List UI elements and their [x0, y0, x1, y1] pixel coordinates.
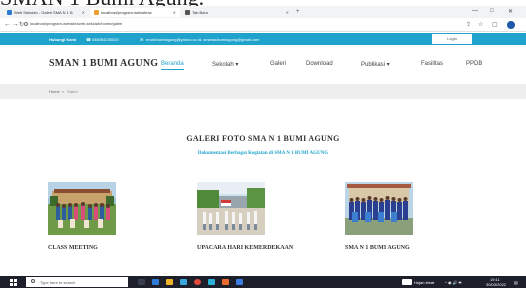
- nav-item-download[interactable]: Download: [306, 61, 333, 67]
- gallery-photo-class-meeting[interactable]: [48, 182, 116, 235]
- site-info-icon[interactable]: [24, 22, 28, 26]
- clock-date[interactable]: 30/03/2022: [486, 282, 506, 287]
- browser-tab[interactable]: Web Sekolah - Galeri SMA N 1 B ✕: [3, 8, 89, 17]
- contact-topbar: Hubungi Kami ☎ 085084230020 ✉ email:bumi…: [0, 33, 526, 45]
- browser-tab-strip: Web Sekolah - Galeri SMA N 1 B ✕ localho…: [0, 6, 526, 18]
- share-icon[interactable]: ⇪: [466, 21, 471, 28]
- folder-icon[interactable]: [166, 279, 173, 285]
- close-tab-icon[interactable]: ✕: [280, 10, 289, 15]
- browser-tab-active[interactable]: localhost/program-website/w ✕: [90, 8, 180, 17]
- bookmark-star-icon[interactable]: ☆: [478, 21, 483, 28]
- site-brand[interactable]: SMAN 1 BUMI AGUNG: [49, 58, 158, 69]
- breadcrumb-current: Galeri: [67, 89, 78, 94]
- notifications-icon[interactable]: ▤: [514, 280, 518, 285]
- profile-avatar[interactable]: [507, 21, 515, 29]
- photo-caption[interactable]: SMA N 1 BUMI AGUNG: [345, 245, 410, 251]
- nav-item-fasilitas[interactable]: Fasilitas: [421, 61, 443, 67]
- gallery-subtitle: Dokumentasi Berbagai Kegiatan di SMA N 1…: [197, 151, 329, 156]
- address-bar: ← → ↻ localhost/program-website/web-seko…: [0, 18, 526, 32]
- url-input[interactable]: localhost/program-website/web-sekolah/ho…: [30, 21, 122, 26]
- new-tab-button[interactable]: +: [296, 9, 300, 15]
- weather-text[interactable]: Hujan lebat: [414, 280, 434, 285]
- contact-email: email:bumiagung@yahoo.co.id, smanaubumia…: [146, 37, 260, 42]
- tray-icons[interactable]: ^ ◉ 🔊 ⎆: [445, 280, 462, 285]
- weather-icon[interactable]: [402, 279, 412, 285]
- extensions-icon[interactable]: ▢: [492, 21, 498, 28]
- breadcrumb-separator: »: [62, 89, 65, 94]
- tab-favicon-icon: [185, 10, 190, 15]
- tab-favicon-icon: [94, 10, 99, 15]
- nav-item-beranda[interactable]: Beranda: [161, 61, 184, 70]
- windows-start-icon[interactable]: [10, 279, 17, 286]
- contact-label: Hubungi Kami: [49, 37, 77, 42]
- phone-number: 085084230020: [92, 37, 119, 42]
- gallery-photo-sman[interactable]: [345, 182, 413, 235]
- close-window-button[interactable]: ✕: [508, 8, 513, 15]
- nav-item-publikasi[interactable]: Publikasi ▾: [361, 61, 390, 68]
- tab-label: localhost/program-website/w: [101, 10, 152, 15]
- windows-taskbar: Type here to search Hujan lebat ^ ◉ 🔊 ⎆ …: [0, 276, 526, 288]
- taskbar-search-input[interactable]: Type here to search: [26, 277, 128, 287]
- mail-icon: ✉: [140, 37, 144, 42]
- back-arrow-icon[interactable]: ←: [4, 21, 11, 28]
- browser-tab[interactable]: Tab Baru ✕: [181, 8, 293, 17]
- login-button[interactable]: Login: [432, 34, 472, 44]
- minimize-button[interactable]: —: [472, 8, 478, 14]
- tab-label: Web Sekolah - Galeri SMA N 1 B: [14, 10, 73, 15]
- tab-favicon-icon: [7, 10, 12, 15]
- edge-icon[interactable]: [208, 279, 215, 285]
- photo-caption[interactable]: UPACARA HARI KEMERDEKAAN: [197, 245, 293, 251]
- forward-arrow-icon[interactable]: →: [12, 21, 19, 28]
- photo-caption[interactable]: CLASS MEETING: [48, 245, 98, 251]
- close-tab-icon[interactable]: ✕: [76, 10, 85, 15]
- gallery-photo-upacara[interactable]: [197, 182, 265, 235]
- search-placeholder: Type here to search: [40, 280, 76, 285]
- gallery-title: GALERI FOTO SMA N 1 BUMI AGUNG: [186, 134, 340, 143]
- nav-item-sekolah[interactable]: Sekolah ▾: [212, 61, 238, 68]
- phone-icon: ☎: [86, 37, 91, 42]
- nav-item-galeri[interactable]: Galeri: [270, 61, 286, 67]
- breadcrumb-home[interactable]: Home: [49, 89, 60, 94]
- app-icon[interactable]: [222, 279, 229, 285]
- explorer-icon[interactable]: [152, 279, 159, 285]
- breadcrumb: Home » Galeri: [0, 85, 526, 99]
- search-icon: [31, 279, 35, 283]
- app-icon[interactable]: [236, 279, 243, 285]
- chrome-icon[interactable]: [194, 279, 201, 285]
- store-icon[interactable]: [180, 279, 187, 285]
- nav-item-ppdb[interactable]: PPDB: [466, 61, 482, 67]
- task-view-icon[interactable]: [138, 279, 145, 285]
- close-tab-icon[interactable]: ✕: [167, 10, 176, 15]
- tab-label: Tab Baru: [192, 10, 209, 15]
- maximize-button[interactable]: □: [490, 8, 494, 14]
- site-navbar: SMAN 1 BUMI AGUNG Beranda Sekolah ▾ Gale…: [0, 45, 526, 85]
